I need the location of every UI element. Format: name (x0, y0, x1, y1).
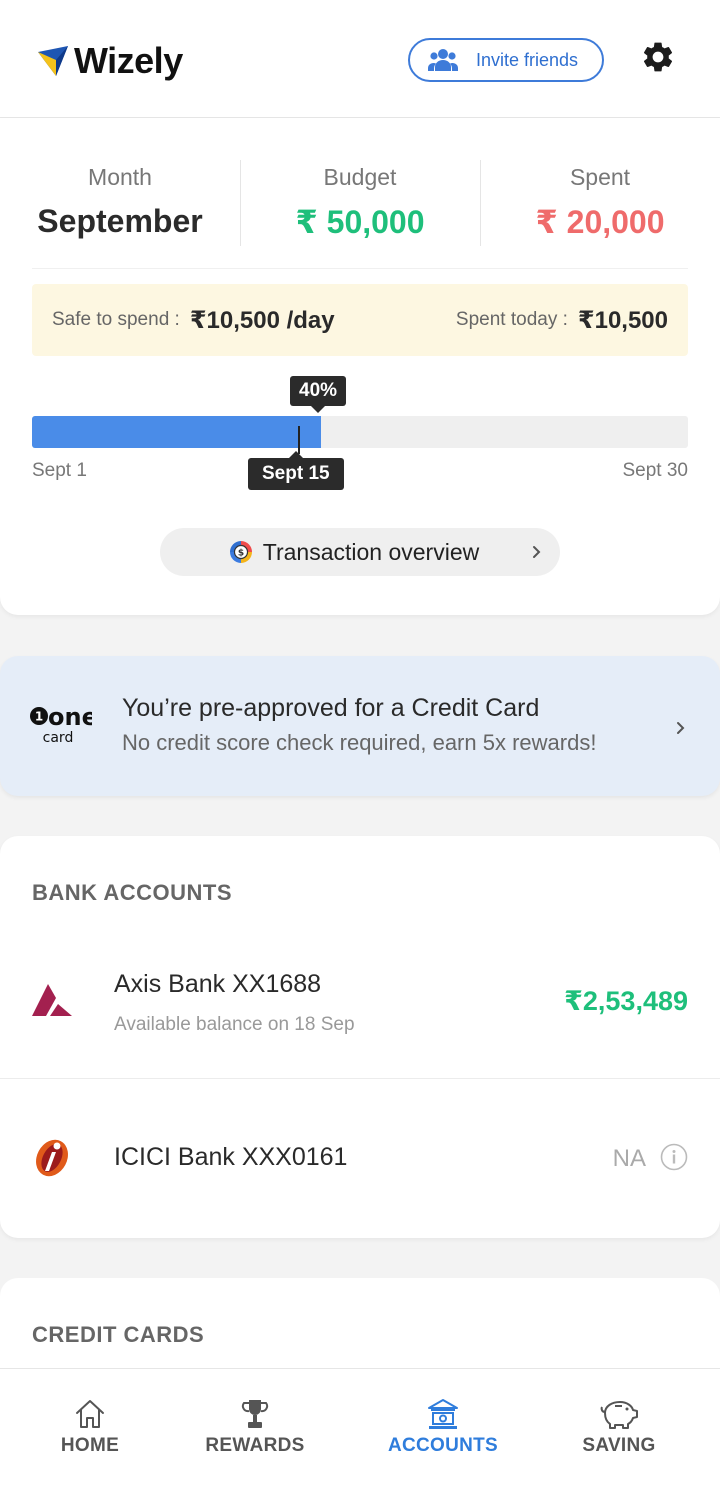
promo-subtitle: No credit score check required, earn 5x … (122, 730, 597, 755)
people-icon (428, 49, 458, 71)
bank-account-row[interactable]: ICICI Bank XXX0161 NA (0, 1079, 720, 1238)
spent-today-value: ₹10,500 (577, 306, 668, 334)
bank-icon (428, 1399, 458, 1429)
budget-summary-card: Month September Budget ₹ 50,000 Spent ₹ … (0, 118, 720, 615)
safe-to-spend-value: ₹10,500 /day (189, 306, 335, 334)
bank-account-name: Axis Bank XX1688 (114, 970, 322, 998)
transaction-chart-icon: $ (229, 541, 252, 563)
budget-label: Budget (323, 164, 397, 190)
onecard-logo: 1 one card (30, 703, 92, 746)
nav-home-label: HOME (60, 1435, 120, 1456)
wizely-logo-icon (38, 46, 68, 76)
svg-text:$: $ (238, 549, 244, 559)
chevron-right-icon (677, 722, 685, 734)
progress-percent-tooltip: 40% (290, 376, 347, 413)
transaction-overview-label: Transaction overview (262, 538, 480, 565)
budget-stat[interactable]: Budget ₹ 50,000 (240, 158, 480, 248)
icici-bank-logo (36, 1139, 68, 1177)
promo-title: You’re pre-approved for a Credit Card (122, 694, 540, 722)
app-logo: Wizely (36, 40, 183, 82)
nav-rewards[interactable]: REWARDS (195, 1369, 315, 1488)
axis-bank-logo (32, 984, 72, 1016)
budget-stats: Month September Budget ₹ 50,000 Spent ₹ … (0, 158, 720, 248)
invite-friends-label: Invite friends (476, 49, 579, 70)
budget-value: ₹ 50,000 (295, 204, 425, 240)
piggy-bank-icon (600, 1401, 638, 1429)
info-icon[interactable] (660, 1143, 688, 1171)
credit-card-promo-banner[interactable]: 1 one card You’re pre-approved for a Cre… (0, 656, 720, 796)
spent-stat[interactable]: Spent ₹ 20,000 (480, 158, 720, 248)
divider (32, 268, 688, 269)
bank-accounts-card: BANK ACCOUNTS Axis Bank XX1688 Available… (0, 836, 720, 1238)
bank-account-balance: NA (612, 1145, 646, 1172)
transaction-overview-button[interactable]: $ Transaction overview (160, 528, 560, 576)
nav-home[interactable]: HOME (50, 1369, 130, 1488)
nav-rewards-label: REWARDS (205, 1435, 305, 1456)
safe-to-spend-label: Safe to spend : (52, 309, 180, 330)
bank-account-subtitle: Available balance on 18 Sep (114, 1014, 355, 1035)
bottom-navigation: HOME REWARDS ACCOUNTS SAVING (0, 1368, 720, 1488)
today-marker-line (298, 426, 300, 454)
bank-accounts-title: BANK ACCOUNTS (32, 880, 233, 905)
spent-value: ₹ 20,000 (535, 204, 665, 240)
month-label: Month (88, 164, 152, 190)
bank-account-name: ICICI Bank XXX0161 (114, 1143, 348, 1171)
chevron-right-icon (533, 546, 541, 558)
bank-account-row[interactable]: Axis Bank XX1688 Available balance on 18… (0, 936, 720, 1078)
month-value: September (37, 203, 203, 239)
budget-progress-fill (32, 416, 321, 448)
app-name: Wizely (74, 40, 183, 81)
nav-accounts[interactable]: ACCOUNTS (383, 1369, 503, 1488)
svg-text:card: card (43, 730, 74, 746)
settings-gear-icon[interactable] (640, 39, 676, 75)
nav-saving-label: SAVING (582, 1435, 656, 1456)
home-icon (76, 1400, 104, 1428)
spent-label: Spent (569, 164, 631, 190)
safe-to-spend: Safe to spend : ₹10,500 /day (52, 306, 335, 335)
trophy-icon (241, 1400, 269, 1428)
spent-today: Spent today : ₹10,500 (456, 306, 668, 335)
spent-today-label: Spent today : (455, 309, 568, 330)
budget-progress-bar (32, 416, 688, 448)
app-header: Wizely Invite friends (0, 0, 720, 118)
month-end-label: Sept 30 (622, 460, 689, 481)
svg-text:1: 1 (35, 710, 43, 724)
credit-cards-title: CREDIT CARDS (32, 1322, 205, 1347)
svg-text:one: one (48, 703, 92, 731)
bank-account-balance: ₹2,53,489 (564, 986, 688, 1016)
today-marker-tooltip: Sept 15 (248, 451, 344, 490)
safe-to-spend-box: Safe to spend : ₹10,500 /day Spent today… (32, 284, 688, 356)
nav-accounts-label: ACCOUNTS (387, 1435, 499, 1456)
nav-saving[interactable]: SAVING (569, 1369, 669, 1488)
month-start-label: Sept 1 (32, 460, 87, 481)
invite-friends-button[interactable]: Invite friends (408, 38, 604, 82)
month-stat: Month September (0, 158, 240, 248)
